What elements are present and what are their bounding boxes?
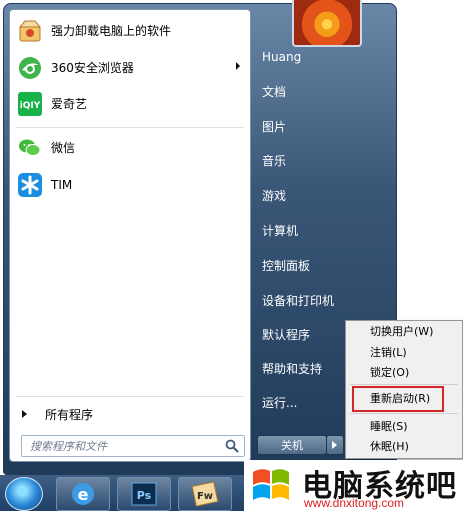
menu-item-restart[interactable]: 重新启动(R) <box>370 389 430 407</box>
right-item-label: 游戏 <box>262 188 287 203</box>
right-item-label: 运行... <box>262 395 298 410</box>
right-item-label: 帮助和支持 <box>262 361 323 376</box>
program-item-label: 360安全浏览器 <box>51 61 134 75</box>
search-placeholder: 搜索程序和文件 <box>30 440 107 453</box>
menu-divider <box>350 413 458 414</box>
watermark-url: www.dnxitong.com <box>304 496 405 510</box>
shutdown-button[interactable]: 关机 <box>257 435 327 455</box>
wechat-icon <box>17 135 43 161</box>
search-icon[interactable] <box>224 438 240 454</box>
menu-item-label: 锁定(O) <box>370 366 410 379</box>
expand-arrow-icon <box>22 410 27 418</box>
menu-divider <box>350 384 458 385</box>
shutdown-options-button[interactable] <box>326 435 344 455</box>
program-item-label: 强力卸载电脑上的软件 <box>51 24 172 38</box>
program-item-label: TIM <box>51 177 73 192</box>
user-avatar[interactable] <box>292 0 362 47</box>
uninstall-box-icon <box>17 18 43 44</box>
program-item-label: 微信 <box>51 141 76 155</box>
menu-item-label: 切换用户(W) <box>370 325 434 338</box>
right-item-label: 计算机 <box>262 223 299 238</box>
program-item-iqiyi[interactable]: iQIY 爱奇艺 <box>15 87 247 120</box>
right-item-games[interactable]: 游戏 <box>262 185 382 205</box>
windows-logo-icon <box>253 469 289 500</box>
right-item-user[interactable]: Huang <box>262 47 382 67</box>
menu-item-label: 重新启动(R) <box>370 392 431 405</box>
fireworks-label: Fw <box>197 491 213 502</box>
all-programs-button[interactable]: 所有程序 <box>18 402 246 426</box>
right-item-label: 设备和打印机 <box>262 293 335 308</box>
fireworks-icon: Fw <box>191 481 219 507</box>
menu-item-label: 睡眠(S) <box>370 420 408 433</box>
ie-icon: e <box>72 483 94 505</box>
menu-item-sleep[interactable]: 睡眠(S) <box>370 417 408 435</box>
taskbar-photoshop[interactable]: Ps <box>117 477 171 511</box>
menu-item-label: 休眠(H) <box>370 440 409 453</box>
taskbar-ie[interactable]: e <box>56 477 110 511</box>
program-item-wechat[interactable]: 微信 <box>15 131 247 164</box>
menu-item-lock[interactable]: 锁定(O) <box>370 363 409 381</box>
right-item-label: 控制面板 <box>262 258 311 273</box>
search-input[interactable]: 搜索程序和文件 <box>21 435 245 457</box>
right-item-label: 音乐 <box>262 153 287 168</box>
iqiyi-icon: iQIY <box>17 91 43 117</box>
divider <box>16 127 244 128</box>
all-programs-label: 所有程序 <box>45 407 94 422</box>
program-list-panel: 强力卸载电脑上的软件 360安全浏览器 iQIY 爱奇艺 微信 TIM 所有程序… <box>9 9 251 462</box>
right-item-label: Huang <box>262 50 302 64</box>
program-item-tim[interactable]: TIM <box>15 168 247 201</box>
right-item-devices-printers[interactable]: 设备和打印机 <box>262 290 382 310</box>
taskbar-fireworks[interactable]: Fw <box>178 477 232 511</box>
program-item-uninstall[interactable]: 强力卸载电脑上的软件 <box>15 14 247 47</box>
right-item-music[interactable]: 音乐 <box>262 150 382 170</box>
right-item-control-panel[interactable]: 控制面板 <box>262 255 382 275</box>
svg-text:e: e <box>78 485 89 504</box>
menu-item-log-off[interactable]: 注销(L) <box>370 343 407 361</box>
shutdown-label: 关机 <box>281 439 303 452</box>
menu-item-hibernate[interactable]: 休眠(H) <box>370 437 409 455</box>
tim-icon <box>17 172 43 198</box>
divider <box>16 396 244 397</box>
program-item-label: 爱奇艺 <box>51 97 88 111</box>
menu-item-switch-user[interactable]: 切换用户(W) <box>370 322 433 340</box>
start-orb-icon[interactable] <box>5 477 43 511</box>
photoshop-label: Ps <box>137 489 152 502</box>
watermark: 电脑系统吧 www.dnxitong.com <box>244 460 463 511</box>
right-item-pictures[interactable]: 图片 <box>262 116 382 136</box>
menu-item-label: 注销(L) <box>370 346 407 359</box>
right-item-computer[interactable]: 计算机 <box>262 220 382 240</box>
program-item-360-browser[interactable]: 360安全浏览器 <box>15 51 247 84</box>
submenu-arrow-icon[interactable] <box>236 62 240 70</box>
right-item-label: 默认程序 <box>262 327 311 342</box>
right-item-label: 文档 <box>262 84 287 99</box>
shutdown-menu: 切换用户(W) 注销(L) 锁定(O) 重新启动(R) 睡眠(S) 休眠(H) <box>345 320 463 459</box>
right-item-label: 图片 <box>262 119 287 134</box>
360-browser-icon <box>17 55 43 81</box>
right-item-documents[interactable]: 文档 <box>262 81 382 101</box>
svg-text:iQIY: iQIY <box>20 101 41 111</box>
photoshop-icon: Ps <box>131 482 157 506</box>
